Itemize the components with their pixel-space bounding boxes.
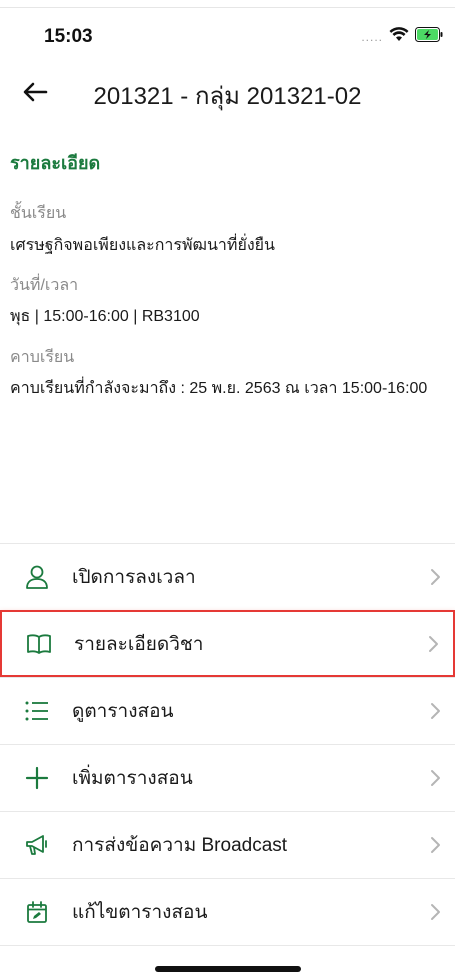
status-bar: 15:03 ..... [0, 22, 455, 52]
book-icon [24, 629, 54, 659]
datetime-value: พุธ | 15:00-16:00 | RB3100 [10, 308, 200, 325]
plus-icon [22, 763, 52, 793]
menu-item-label: แก้ไขตารางสอน [72, 902, 208, 923]
menu-item-label: รายละเอียดวิชา [74, 633, 204, 655]
battery-icon [415, 27, 443, 47]
status-time: 15:03 [44, 26, 93, 47]
home-indicator[interactable] [155, 966, 301, 972]
megaphone-icon [22, 830, 52, 860]
menu-item-label: ดูตารางสอน [72, 701, 174, 722]
chevron-right-icon [431, 770, 440, 786]
calendar-edit-icon [22, 897, 52, 927]
period-label: คาบเรียน [10, 349, 75, 366]
signal-icon: ..... [361, 30, 383, 44]
menu-item-open-check-in[interactable]: เปิดการลงเวลา [0, 543, 455, 610]
person-icon [22, 562, 52, 592]
menu-item-broadcast[interactable]: การส่งข้อความ Broadcast [0, 811, 455, 878]
chevron-right-icon [431, 837, 440, 853]
menu-bottom-divider [0, 945, 455, 946]
header: 201321 - กลุ่ม 201321-02 [0, 70, 455, 114]
page-title: 201321 - กลุ่ม 201321-02 [93, 83, 362, 110]
period-value: คาบเรียนที่กำลังจะมาถึง : 25 พ.ย. 2563 ณ… [10, 380, 428, 397]
datetime-label: วันที่/เวลา [10, 277, 79, 294]
menu-item-edit-schedule[interactable]: แก้ไขตารางสอน [0, 878, 455, 945]
menu-item-course-details[interactable]: รายละเอียดวิชา [0, 610, 455, 677]
menu-item-add-schedule[interactable]: เพิ่มตารางสอน [0, 744, 455, 811]
list-icon [22, 696, 52, 726]
action-menu: เปิดการลงเวลา รายละเอียดวิชา ดูตารางสอน [0, 543, 455, 945]
top-rule [0, 0, 455, 8]
screen: 15:03 ..... 201321 - กลุ่ม 201321-02 ราย… [0, 0, 455, 978]
menu-item-label: การส่งข้อความ Broadcast [72, 835, 288, 856]
details-section-title: รายละเอียด [10, 153, 101, 173]
wifi-icon [389, 27, 409, 47]
chevron-right-icon [431, 569, 440, 585]
menu-item-label: เปิดการลงเวลา [72, 567, 196, 588]
chevron-right-icon [429, 635, 438, 652]
menu-item-view-schedule[interactable]: ดูตารางสอน [0, 677, 455, 744]
chevron-right-icon [431, 703, 440, 719]
class-value: เศรษฐกิจพอเพียงและการพัฒนาที่ยั่งยืน [10, 237, 275, 254]
status-icons: ..... [361, 27, 443, 47]
chevron-right-icon [431, 904, 440, 920]
menu-item-label: เพิ่มตารางสอน [72, 768, 193, 789]
class-label: ชั้นเรียน [10, 205, 67, 222]
